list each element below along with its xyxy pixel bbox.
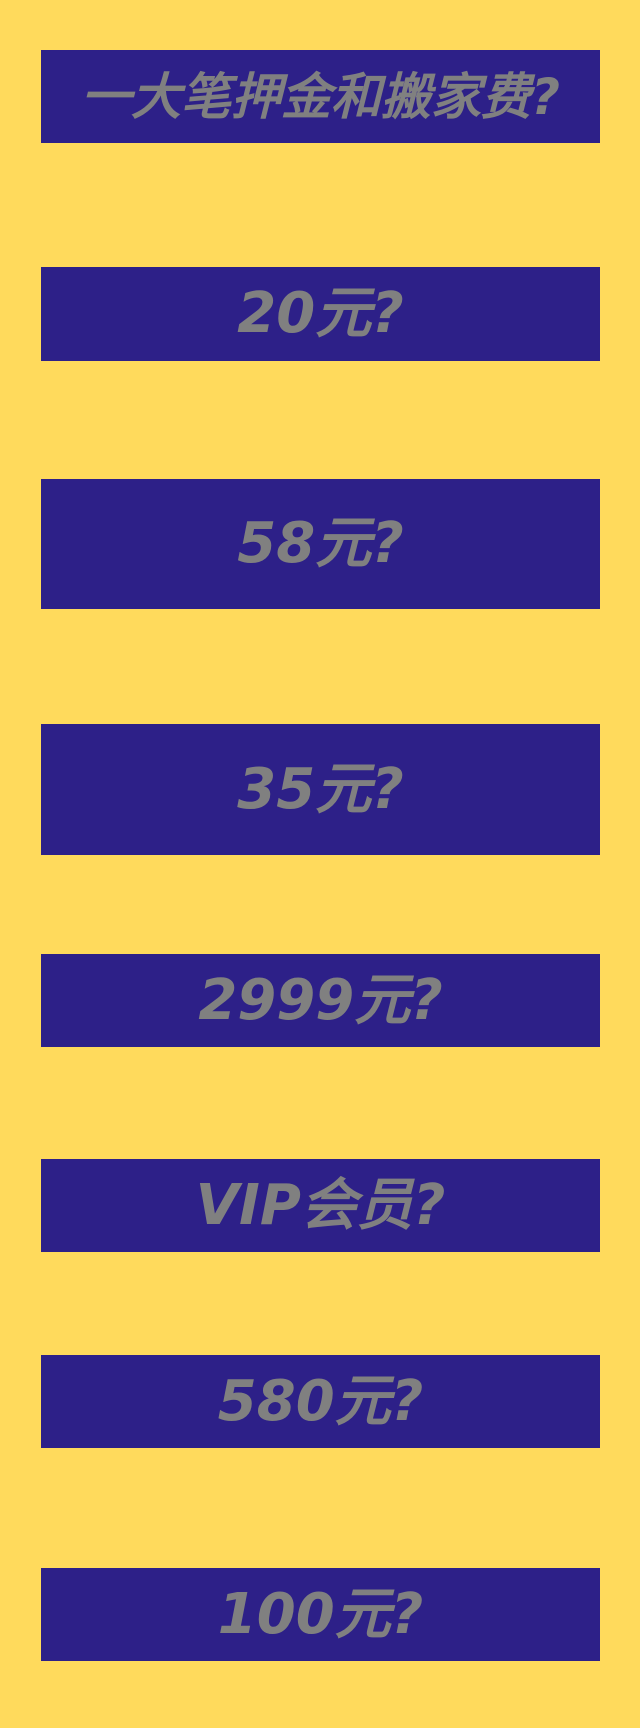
banner-text: 100元?: [217, 1581, 424, 1647]
poster: { "colors": { "background": "#FFDA5C", "…: [0, 0, 640, 1728]
banner-price-100: 100元?: [41, 1568, 600, 1661]
banner-vip-membership: VIP会员?: [41, 1159, 600, 1252]
banner-text: 35元?: [237, 756, 404, 822]
banner-text: VIP会员?: [195, 1172, 446, 1238]
banner-text: 58元?: [237, 511, 404, 576]
banner-text: 20元?: [237, 281, 404, 346]
banner-price-580: 580元?: [41, 1355, 600, 1448]
banner-price-20: 20元?: [41, 267, 600, 361]
banner-price-58: 58元?: [41, 479, 600, 609]
banner-text: 一大笔押金和搬家费?: [80, 67, 560, 126]
banner-deposit-and-moving-fee: 一大笔押金和搬家费?: [41, 50, 600, 143]
banner-text: 2999元?: [198, 967, 443, 1033]
banner-price-35: 35元?: [41, 724, 600, 855]
banner-text: 580元?: [217, 1368, 424, 1434]
banner-price-2999: 2999元?: [41, 954, 600, 1047]
